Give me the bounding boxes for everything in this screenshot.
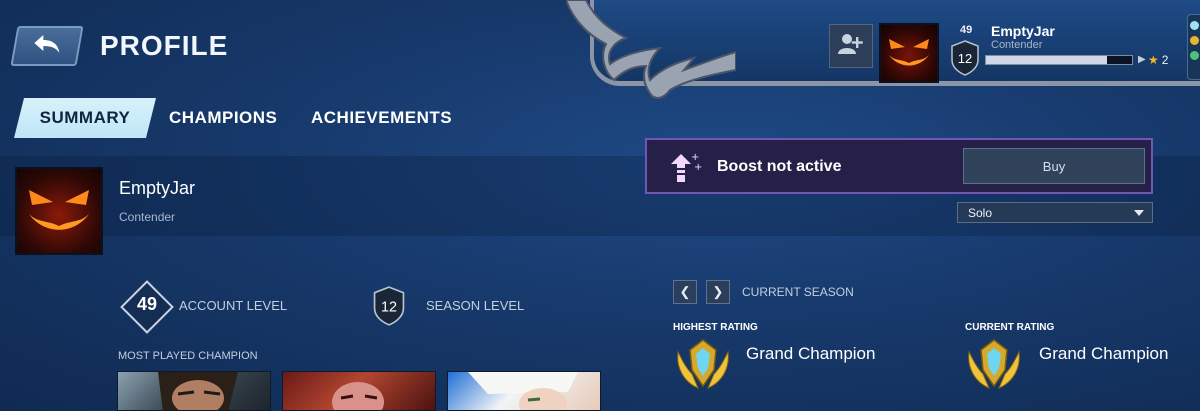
frame-ornament-icon xyxy=(564,0,737,105)
header-season-level: 12 xyxy=(958,51,972,66)
gold-icon xyxy=(1190,36,1199,45)
boost-status: Boost not active xyxy=(717,158,842,175)
profile-avatar[interactable] xyxy=(15,167,103,255)
profile-name: EmptyJar xyxy=(119,178,196,198)
back-arrow-icon xyxy=(29,33,66,60)
current-rating-label: CURRENT RATING xyxy=(965,322,1055,333)
current-rating-value: Grand Champion xyxy=(1039,344,1169,363)
essence-icon xyxy=(1190,51,1199,60)
buy-boost-button[interactable]: Buy xyxy=(963,148,1145,184)
chevron-right-icon: ❯ xyxy=(712,284,724,299)
tab-summary[interactable]: SUMMARY xyxy=(14,98,156,138)
grand-champion-emblem-icon xyxy=(963,334,1025,401)
svg-text:+: + xyxy=(694,162,702,173)
season-level-shield-icon: 12 xyxy=(950,40,980,81)
season-next-button[interactable]: ❯ xyxy=(706,280,730,304)
tab-champions[interactable]: CHAMPIONS xyxy=(169,98,277,138)
boost-panel: + + Boost not active Buy xyxy=(645,138,1153,194)
queue-mode-select[interactable]: Solo xyxy=(957,202,1153,223)
chevron-down-icon xyxy=(1134,210,1144,216)
add-friend-icon xyxy=(838,32,864,61)
xp-arrow-icon: ▶ xyxy=(1138,54,1146,65)
account-level-value: 49 xyxy=(136,294,158,314)
header-player-name: EmptyJar xyxy=(991,23,1055,39)
most-played-champion-card[interactable] xyxy=(117,371,271,411)
crystal-icon xyxy=(1190,21,1199,30)
season-prev-button[interactable]: ❮ xyxy=(673,280,697,304)
xp-progress-fill xyxy=(986,56,1108,64)
season-level-shield-icon: 12 xyxy=(372,286,406,331)
most-played-label: MOST PLAYED CHAMPION xyxy=(118,350,258,362)
header-player-rank: Contender xyxy=(991,39,1043,51)
header-account-level: 49 xyxy=(960,24,973,36)
header-avatar[interactable] xyxy=(879,23,939,83)
queue-mode-value: Solo xyxy=(968,205,993,220)
highest-rating-label: HIGHEST RATING xyxy=(673,322,758,333)
profile-rank: Contender xyxy=(119,210,176,224)
back-button[interactable] xyxy=(10,26,84,66)
evil-grin-icon xyxy=(29,190,89,230)
champion-portrait-icon xyxy=(468,372,578,410)
season-title: CURRENT SEASON xyxy=(742,285,854,299)
star-count: ★ 2 xyxy=(1148,53,1168,67)
grand-champion-emblem-icon xyxy=(672,334,734,401)
account-level-label: ACCOUNT LEVEL xyxy=(179,298,288,313)
season-level-value: 12 xyxy=(381,300,397,316)
chevron-left-icon: ❮ xyxy=(679,284,691,299)
boost-arrow-icon: + + xyxy=(667,148,703,189)
season-level-label: SEASON LEVEL xyxy=(426,298,525,313)
evil-grin-icon xyxy=(889,39,929,66)
xp-progress-bar xyxy=(985,55,1133,65)
most-played-champion-card[interactable] xyxy=(447,371,601,411)
champion-portrait-icon xyxy=(158,372,238,410)
most-played-champion-card[interactable] xyxy=(282,371,436,411)
champion-portrait-icon xyxy=(332,382,384,410)
page-title: PROFILE xyxy=(100,30,229,61)
highest-rating-value: Grand Champion xyxy=(746,344,876,363)
star-count-value: 2 xyxy=(1161,53,1169,67)
currency-panel[interactable] xyxy=(1187,14,1200,80)
star-icon: ★ xyxy=(1148,53,1159,67)
add-friend-button[interactable] xyxy=(829,24,873,68)
tab-achievements[interactable]: ACHIEVEMENTS xyxy=(311,98,452,138)
